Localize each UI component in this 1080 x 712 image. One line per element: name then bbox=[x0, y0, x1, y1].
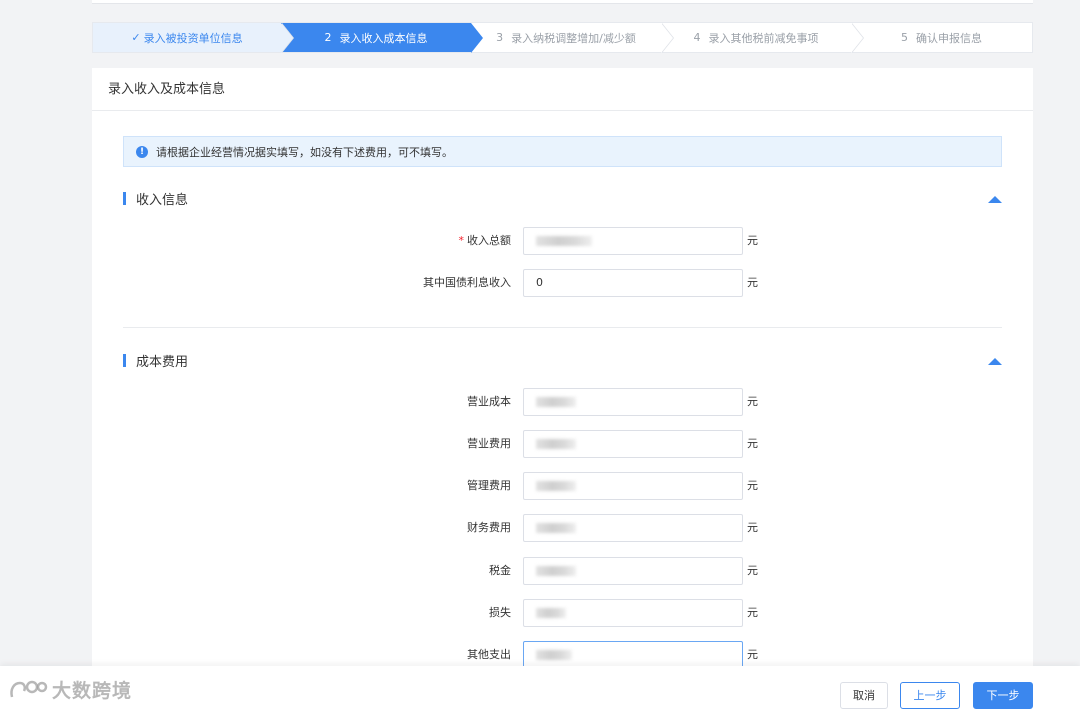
unit-label: 元 bbox=[747, 479, 758, 492]
form-row-operating-expense: 营业费用 元 bbox=[92, 430, 1033, 458]
section-title-text: 收入信息 bbox=[136, 192, 189, 208]
step-label: 录入其他税前减免事项 bbox=[708, 31, 819, 45]
step-number: 3 bbox=[496, 31, 504, 44]
redacted-value bbox=[536, 481, 576, 491]
field-label: 营业成本 bbox=[467, 395, 511, 408]
step-label: 确认申报信息 bbox=[916, 31, 982, 45]
check-icon: ✓ bbox=[131, 31, 141, 44]
required-mark: * bbox=[458, 234, 465, 247]
collapse-up-icon[interactable] bbox=[988, 358, 1002, 365]
watermark-logo: 大数跨境 bbox=[8, 676, 132, 703]
section-title-text: 成本费用 bbox=[136, 354, 189, 370]
operating-cost-input[interactable] bbox=[523, 388, 743, 416]
form-row-loss: 损失 元 bbox=[92, 599, 1033, 627]
footer-bar: 取消 上一步 下一步 bbox=[0, 666, 1080, 712]
field-label: 营业费用 bbox=[467, 437, 511, 450]
field-label: 税金 bbox=[489, 564, 511, 577]
cancel-button[interactable]: 取消 bbox=[840, 682, 888, 709]
form-row-other-expense: 其他支出 元 bbox=[92, 641, 1033, 669]
bond-interest-input[interactable]: 0 bbox=[523, 269, 743, 297]
field-label: 损失 bbox=[489, 606, 511, 619]
form-card: 录入收入及成本信息 ! 请根据企业经营情况据实填写，如没有下述费用，可不填写。 … bbox=[92, 68, 1033, 712]
step-progress-bar: ✓ 录入被投资单位信息 2 录入收入成本信息 3 录入纳税调整增加/减少额 4 … bbox=[92, 22, 1033, 53]
next-step-button[interactable]: 下一步 bbox=[973, 682, 1033, 709]
notice-banner: ! 请根据企业经营情况据实填写，如没有下述费用，可不填写。 bbox=[123, 136, 1002, 167]
step-label: 录入被投资单位信息 bbox=[143, 31, 243, 45]
step-label: 录入收入成本信息 bbox=[339, 31, 428, 45]
unit-label: 元 bbox=[747, 521, 758, 534]
form-row-bond-interest: 其中国债利息收入 0 元 bbox=[92, 269, 1033, 297]
tax-input[interactable] bbox=[523, 557, 743, 585]
redacted-value bbox=[536, 397, 576, 407]
step-label: 录入纳税调整增加/减少额 bbox=[511, 31, 636, 45]
step-1[interactable]: ✓ 录入被投资单位信息 bbox=[93, 23, 294, 53]
unit-label: 元 bbox=[747, 648, 758, 661]
step-3[interactable]: 3 录入纳税调整增加/减少额 bbox=[471, 23, 674, 53]
unit-label: 元 bbox=[747, 276, 758, 289]
form-row-finance-expense: 财务费用 元 bbox=[92, 514, 1033, 542]
unit-label: 元 bbox=[747, 564, 758, 577]
field-label: 其中国债利息收入 bbox=[423, 276, 511, 289]
redacted-value bbox=[536, 236, 592, 246]
field-label: 管理费用 bbox=[467, 479, 511, 492]
admin-expense-input[interactable] bbox=[523, 472, 743, 500]
form-row-operating-cost: 营业成本 元 bbox=[92, 388, 1033, 416]
section-title-cost: 成本费用 bbox=[123, 352, 189, 370]
info-icon: ! bbox=[136, 145, 148, 158]
notice-text: 请根据企业经营情况据实填写，如没有下述费用，可不填写。 bbox=[156, 145, 453, 159]
field-label: 其他支出 bbox=[467, 648, 511, 661]
redacted-value bbox=[536, 439, 576, 449]
form-row-total-income: * 收入总额 元 bbox=[92, 227, 1033, 255]
redacted-value bbox=[536, 608, 566, 618]
finance-expense-input[interactable] bbox=[523, 514, 743, 542]
form-row-admin-expense: 管理费用 元 bbox=[92, 472, 1033, 500]
redacted-value bbox=[536, 566, 576, 576]
unit-label: 元 bbox=[747, 606, 758, 619]
unit-label: 元 bbox=[747, 437, 758, 450]
collapse-up-icon[interactable] bbox=[988, 196, 1002, 203]
unit-label: 元 bbox=[747, 234, 758, 247]
prev-step-button[interactable]: 上一步 bbox=[900, 682, 960, 709]
watermark-text: 大数跨境 bbox=[52, 680, 133, 702]
redacted-value bbox=[536, 650, 572, 660]
total-income-input[interactable] bbox=[523, 227, 743, 255]
field-label: * 收入总额 bbox=[458, 234, 512, 247]
redacted-value bbox=[536, 523, 576, 533]
operating-expense-input[interactable] bbox=[523, 430, 743, 458]
step-number: 4 bbox=[693, 31, 701, 44]
card-title: 录入收入及成本信息 bbox=[92, 68, 1033, 111]
section-title-income: 收入信息 bbox=[123, 190, 189, 208]
step-4[interactable]: 4 录入其他税前减免事项 bbox=[661, 23, 864, 53]
top-border bbox=[92, 0, 1033, 4]
field-label: 财务费用 bbox=[467, 521, 511, 534]
step-5[interactable]: 5 确认申报信息 bbox=[851, 23, 1032, 52]
other-expense-input[interactable] bbox=[523, 641, 743, 669]
section-divider bbox=[123, 327, 1002, 328]
unit-label: 元 bbox=[747, 395, 758, 408]
section-marker bbox=[123, 191, 126, 205]
step-2[interactable]: 2 录入收入成本信息 bbox=[281, 23, 483, 53]
step-number: 5 bbox=[901, 31, 908, 44]
form-row-tax: 税金 元 bbox=[92, 557, 1033, 585]
loss-input[interactable] bbox=[523, 599, 743, 627]
watermark-icon bbox=[10, 680, 48, 697]
step-number: 2 bbox=[324, 31, 332, 44]
section-marker bbox=[123, 353, 126, 367]
